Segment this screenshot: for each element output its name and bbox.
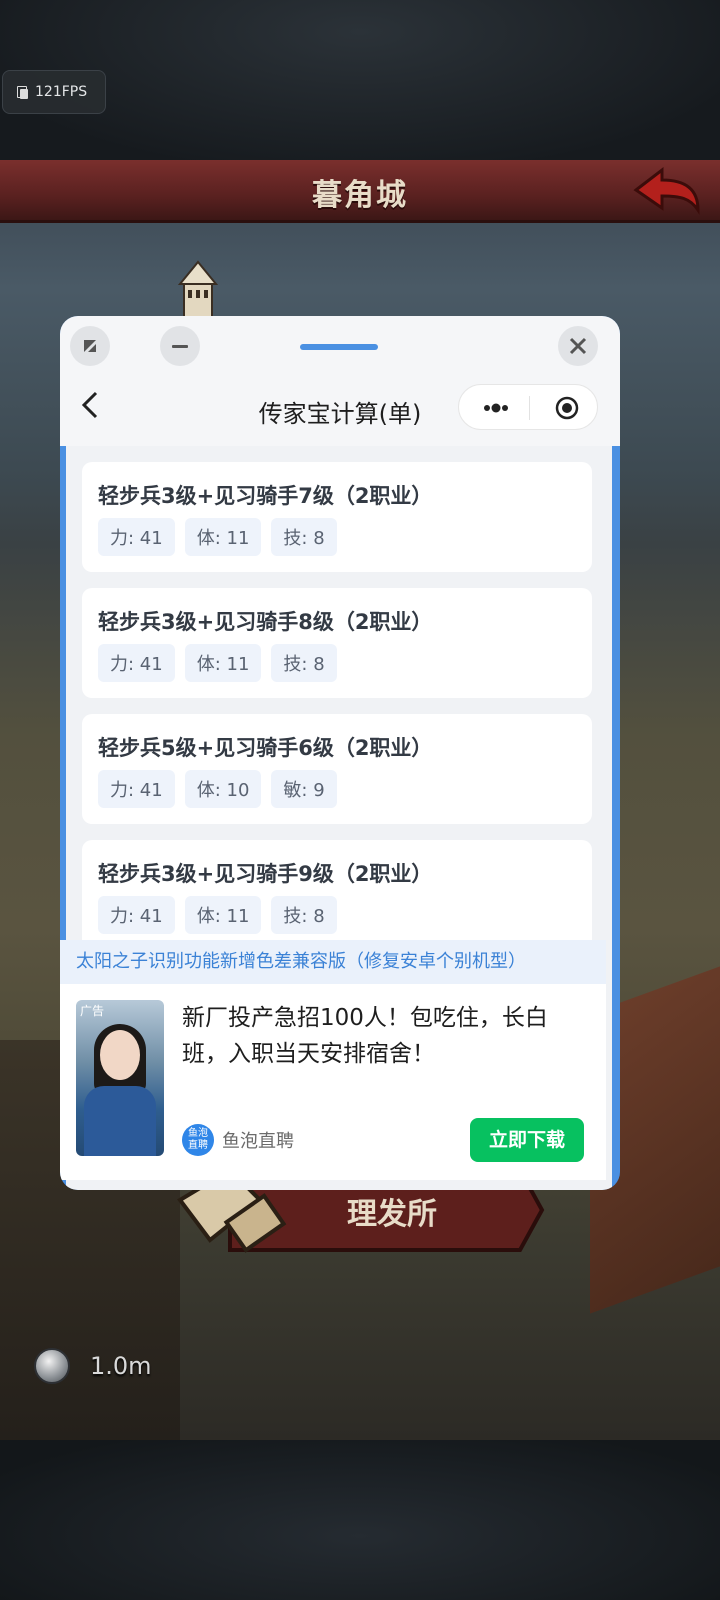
back-chevron-icon[interactable] xyxy=(78,390,102,420)
coin-icon xyxy=(34,1348,70,1384)
close-button[interactable] xyxy=(558,326,598,366)
stat-chip: 体: 11 xyxy=(184,896,262,934)
stat-chip: 力: 41 xyxy=(98,770,175,808)
ad-block[interactable]: 广告 新厂投产急招100人！包吃住，长白班，入职当天安排宿舍！ 鱼泡 直聘 鱼泡… xyxy=(60,984,606,1180)
brand-logo-text: 直聘 xyxy=(188,1140,208,1151)
result-title: 轻步兵3级+见习骑手8级（2职业） xyxy=(98,610,433,634)
stat-chip: 技: 8 xyxy=(271,644,337,682)
stat-chip: 体: 11 xyxy=(184,644,262,682)
stat-chip: 力: 41 xyxy=(98,896,175,934)
shrink-icon xyxy=(84,340,96,352)
mini-program-panel: 传家宝计算(单) 轻步兵3级+见习骑手7级（2职业） 力: 41 体: 11 技… xyxy=(60,316,620,1190)
stat-chip: 体: 10 xyxy=(184,770,262,808)
brand-logo: 鱼泡 直聘 xyxy=(182,1124,214,1156)
back-arrow-icon[interactable] xyxy=(632,164,702,216)
ad-brand: 鱼泡 直聘 鱼泡直聘 xyxy=(182,1124,294,1156)
fps-counter: 121FPS xyxy=(2,70,106,114)
page-title: 传家宝计算(单) xyxy=(258,400,422,428)
location-title: 暮角城 xyxy=(312,178,408,213)
stat-chip: 技: 8 xyxy=(271,518,337,556)
fps-label: 121FPS xyxy=(35,84,88,100)
top-background xyxy=(0,0,720,160)
result-card[interactable]: 轻步兵5级+见习骑手6级（2职业） 力: 41 体: 10 敏: 9 xyxy=(82,714,592,824)
result-card[interactable]: 轻步兵3级+见习骑手8级（2职业） 力: 41 体: 11 技: 8 xyxy=(82,588,592,698)
stat-chip: 技: 8 xyxy=(271,896,337,934)
notice-banner[interactable]: 太阳之子识别功能新增色差兼容版（修复安卓个别机型） xyxy=(60,940,606,984)
result-card[interactable]: 轻步兵3级+见习骑手9级（2职业） 力: 41 体: 11 技: 8 xyxy=(82,840,592,950)
ad-image-body xyxy=(84,1086,156,1156)
download-button[interactable]: 立即下载 xyxy=(470,1118,584,1162)
ad-image-face xyxy=(100,1030,140,1080)
ad-image[interactable]: 广告 xyxy=(76,1000,164,1156)
stat-chip: 力: 41 xyxy=(98,644,175,682)
location-title-bar: 暮角城 xyxy=(0,160,720,223)
stat-chips: 力: 41 体: 11 技: 8 xyxy=(98,896,337,934)
exit-target-icon[interactable] xyxy=(555,396,579,420)
stat-chip: 力: 41 xyxy=(98,518,175,556)
brand-logo-text: 鱼泡 xyxy=(188,1128,208,1139)
capsule-divider xyxy=(529,396,530,420)
barber-label: 理发所 xyxy=(347,1197,437,1232)
brand-name: 鱼泡直聘 xyxy=(222,1131,294,1152)
panel-header: 传家宝计算(单) xyxy=(60,316,620,446)
close-icon xyxy=(569,337,587,355)
result-title: 轻步兵3级+见习骑手7级（2职业） xyxy=(98,484,433,508)
tower-icon xyxy=(178,260,218,319)
result-card[interactable]: 轻步兵3级+见习骑手7级（2职业） 力: 41 体: 11 技: 8 xyxy=(82,462,592,572)
currency-display: 1.0m xyxy=(34,1348,152,1384)
minus-icon xyxy=(172,345,188,348)
drag-handle[interactable] xyxy=(300,344,378,350)
stat-chip: 体: 11 xyxy=(184,518,262,556)
stat-chips: 力: 41 体: 11 技: 8 xyxy=(98,518,337,556)
stat-chip: 敏: 9 xyxy=(271,770,337,808)
ad-tag[interactable]: 广告 xyxy=(80,1002,104,1019)
currency-amount: 1.0m xyxy=(90,1352,152,1380)
stat-chips: 力: 41 体: 10 敏: 9 xyxy=(98,770,337,808)
ad-text[interactable]: 新厂投产急招100人！包吃住，长白班，入职当天安排宿舍！ xyxy=(182,1000,582,1072)
shrink-button[interactable] xyxy=(70,326,110,366)
bottom-background xyxy=(0,1440,720,1600)
stat-chips: 力: 41 体: 11 技: 8 xyxy=(98,644,337,682)
minimize-button[interactable] xyxy=(160,326,200,366)
capsule-menu xyxy=(458,384,598,430)
more-icon[interactable] xyxy=(481,398,511,418)
result-title: 轻步兵5级+见习骑手6级（2职业） xyxy=(98,736,433,760)
copy-icon xyxy=(17,86,28,99)
result-title: 轻步兵3级+见习骑手9级（2职业） xyxy=(98,862,433,886)
